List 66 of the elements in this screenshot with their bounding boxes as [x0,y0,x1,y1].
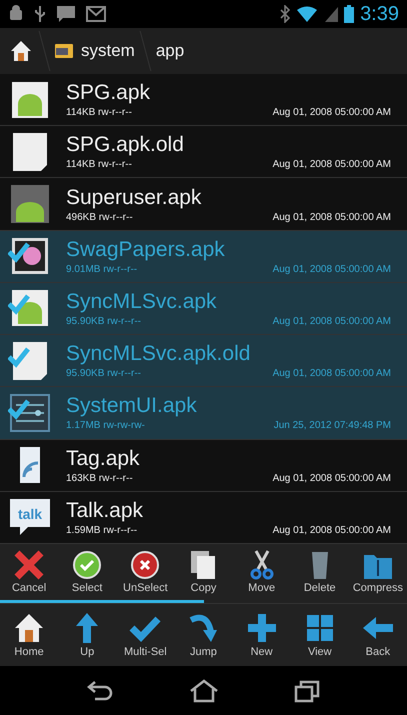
select-icon [71,550,104,580]
toolbar-button[interactable]: Home [0,610,58,660]
file-size-permissions: 163KB rw-r--r-- [66,472,133,484]
file-size-permissions: 114KB rw-r--r-- [66,107,132,118]
wifi-icon [296,6,318,22]
file-date: Aug 01, 2008 05:00:00 AM [272,368,391,380]
action-button[interactable]: Delete [290,548,349,596]
file-date: Aug 01, 2008 05:00:00 AM [272,107,391,118]
file-row[interactable]: Tag.apk 163KB rw-r--r-- Aug 01, 2008 05:00:00 AM [0,440,407,492]
file-size-permissions: 1.17MB rw-rw-rw- [66,420,145,432]
home-icon[interactable] [189,678,220,702]
mail-icon [86,6,106,22]
file-date: Aug 01, 2008 05:00:00 AM [272,316,391,327]
toolbar-button[interactable]: Jump [174,610,232,660]
folder-icon [55,44,73,58]
breadcrumb-item[interactable]: app [152,37,188,65]
toolbar-button[interactable]: Multi-Sel [116,610,174,660]
action-button[interactable]: UnSelect [116,548,174,596]
file-date: Aug 01, 2008 05:00:00 AM [272,264,391,275]
unselect-icon [129,550,162,580]
cancel-icon [13,550,46,580]
battery-icon [344,5,354,23]
file-name: SystemUI.apk [66,394,198,418]
action-button[interactable]: Cancel [0,548,58,596]
action-button[interactable]: Select [58,548,116,596]
file-date: Aug 01, 2008 05:00:00 AM [272,472,391,484]
file-name: Talk.apk [66,498,144,523]
new-icon [246,612,278,644]
file-date: Aug 01, 2008 05:00:00 AM [272,524,391,536]
file-name: SPG.apk [66,81,152,106]
file-date: Aug 01, 2008 05:00:00 AM [272,212,391,223]
action-button[interactable]: Copy [174,548,232,596]
file-row[interactable]: SyncMLSvc.apk 95.90KB rw-r--r-- Aug 01, 2008 05:00:00 AM [0,282,407,336]
file-name: SPG.apk.old [66,133,185,158]
file-size-permissions: 9.01MB rw-r--r-- [66,264,138,275]
file-row[interactable]: SystemUI.apk 1.17MB rw-rw-rw- Jun 25, 2012 07:49:48 PM [0,387,407,440]
file-name: SyncMLSvc.apk.old [66,342,252,366]
file-date: Jun 25, 2012 07:49:48 PM [274,420,391,432]
file-name: SyncMLSvc.apk [66,290,218,314]
breadcrumb-item[interactable]: system [51,37,139,65]
file-row[interactable]: SwagPapers.apk 9.01MB rw-r--r-- Aug 01, 2008 05:00:00 AM [0,230,407,283]
file-size-permissions: 114KB rw-r--r-- [66,159,132,170]
home-icon[interactable] [10,40,32,62]
file-size-permissions: 95.90KB rw-r--r-- [66,368,142,380]
toolbar-button[interactable]: View [290,610,349,660]
toolbar-button[interactable]: Up [58,610,116,660]
file-name: SwagPapers.apk [66,238,226,262]
file-date: Aug 01, 2008 05:00:00 AM [272,159,391,170]
file-name: Tag.apk [66,446,141,471]
clock-time: 3:39 [360,2,399,26]
home-icon [13,612,46,644]
file-size-permissions: 95.90KB rw-r--r-- [66,316,142,327]
chat-icon [56,5,76,23]
file-name: Superuser.apk [66,186,202,210]
bluetooth-icon [280,5,290,23]
usb-icon [34,5,46,23]
toolbar-button[interactable]: Back [348,610,407,660]
signal-icon [324,6,338,22]
toolbar-button[interactable]: New [232,610,291,660]
action-button[interactable]: Compress [348,548,407,596]
action-button[interactable]: Move [232,548,291,596]
recent-apps-icon[interactable] [294,678,320,702]
file-size-permissions: 496KB rw-r--r-- [66,212,133,223]
file-size-permissions: 1.59MB rw-r--r-- [66,524,138,536]
jump-icon [187,612,220,644]
file-row[interactable]: SyncMLSvc.apk.old 95.90KB rw-r--r-- Aug 01, 2008 05:00:00 AM [0,335,407,388]
